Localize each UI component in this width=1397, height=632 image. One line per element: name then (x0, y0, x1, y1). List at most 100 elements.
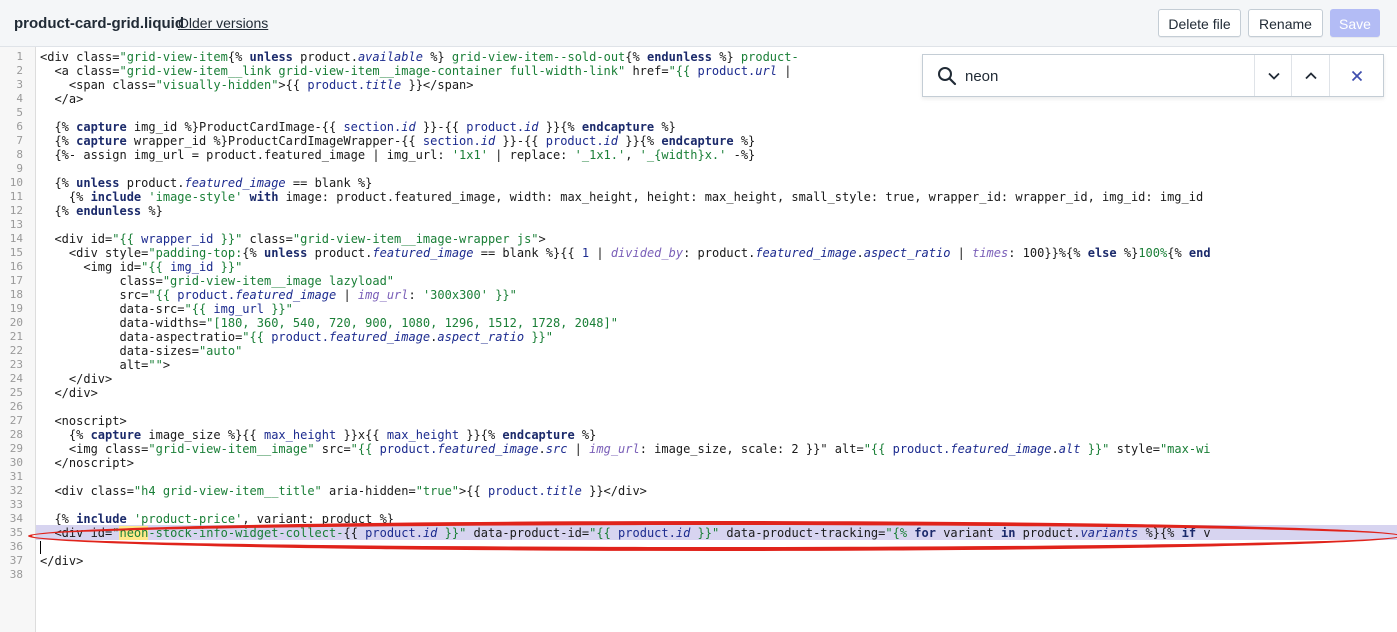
older-versions-link[interactable]: Older versions (178, 15, 268, 31)
delete-file-button[interactable]: Delete file (1158, 9, 1241, 37)
code-token: endcapture (502, 428, 575, 442)
line-number: 12 (9, 204, 23, 217)
line-number: 37 (9, 554, 23, 567)
code-token: else (1087, 246, 1117, 260)
code-token: : product. (683, 246, 756, 260)
line-number: 35 (9, 526, 23, 539)
previous-match-button[interactable] (1291, 55, 1330, 96)
code-token: max_height (386, 428, 460, 442)
code-token: style= (1109, 442, 1160, 456)
code-token: | (776, 64, 792, 78)
code-token: "visually-hidden" (155, 78, 279, 92)
code-token: id (401, 120, 416, 134)
code-token: product. (177, 288, 236, 302)
code-token: src= (40, 288, 149, 302)
close-search-button[interactable] (1329, 55, 1384, 96)
code-token: featured_image (184, 176, 286, 190)
line-number: 10 (9, 176, 23, 189)
code-line: </div> (40, 386, 98, 400)
line-number: 25 (9, 386, 23, 399)
code-token: </div> (40, 386, 98, 400)
search-icon (937, 66, 957, 86)
code-token: endcapture (661, 134, 734, 148)
code-token: img_url (589, 442, 640, 456)
code-line: {% endunless %} (40, 204, 163, 218)
code-token: }}" (1080, 442, 1110, 456)
code-token: </noscript> (40, 456, 134, 470)
code-token: img_id (170, 260, 214, 274)
code-editor[interactable]: 1 2 3 4 5 6 7 8 9 10 11 12 13 14 15 16 17 18 19 20 21 22 23 24 2… (0, 47, 1397, 632)
code-line: {% capture img_id %}ProductCardImage-{{ … (40, 120, 676, 134)
line-number: 20 (9, 316, 23, 329)
save-button[interactable]: Save (1330, 9, 1380, 37)
code-line: data-sizes="auto" (40, 344, 242, 358)
search-input[interactable] (963, 63, 1257, 90)
code-token: "{{ (184, 302, 214, 316)
line-number: 4 (16, 92, 23, 105)
code-token: "{{ (141, 260, 171, 274)
code-token: product. (545, 134, 604, 148)
code-token: img_url (213, 302, 264, 316)
code-token: %} (574, 428, 597, 442)
code-token: }}-{{ (495, 134, 546, 148)
code-token: "{{ (112, 232, 142, 246)
code-token: }}" (487, 288, 517, 302)
code-token: | (950, 246, 973, 260)
code-token: "max-wi (1159, 442, 1211, 456)
code-token: title (545, 484, 582, 498)
code-line: </a> (40, 92, 83, 106)
code-line: <div id="{{ wrapper_id }}" class="grid-v… (40, 232, 546, 246)
code-token: url (755, 64, 777, 78)
code-token: title (365, 78, 402, 92)
code-token: <div class= (40, 50, 120, 64)
line-number: 33 (9, 498, 23, 511)
code-line: <img class="grid-view-item__image" src="… (40, 442, 1211, 456)
code-token: image_size %}{{ (141, 428, 264, 442)
code-token: include (90, 190, 142, 204)
code-token: > (538, 232, 546, 246)
line-number: 32 (9, 484, 23, 497)
line-number: 28 (9, 428, 23, 441)
code-token: "{{ (242, 330, 272, 344)
code-line: <img id="{{ img_id }}" (40, 260, 242, 274)
code-token: <img id= (40, 260, 142, 274)
code-token: %} (654, 120, 676, 134)
code-token: <a class= (40, 64, 120, 78)
code-line: <noscript> (40, 414, 126, 428)
code-line: class="grid-view-item__image lazyload" (40, 274, 394, 288)
line-number: 21 (9, 330, 23, 343)
line-number: 36 (9, 540, 23, 553)
code-token: : 100}}%{% (1008, 246, 1088, 260)
line-number: 9 (16, 162, 23, 175)
code-token: > (162, 358, 171, 372)
code-token: section. (422, 134, 481, 148)
code-token: : (408, 288, 423, 302)
code-line: {% include 'image-style' with image: pro… (40, 190, 1203, 204)
code-token: {% (227, 50, 250, 64)
code-line: {%- assign img_url = product.featured_im… (40, 148, 755, 162)
code-token: </a> (40, 92, 84, 106)
code-token: with (249, 190, 279, 204)
code-token: product. (307, 246, 373, 260)
next-match-button[interactable] (1254, 55, 1293, 96)
code-token: == blank %} (285, 176, 373, 190)
code-token: class= (242, 232, 293, 246)
line-number: 2 (16, 64, 23, 77)
code-line: <div class="grid-view-item{% unless prod… (40, 50, 799, 64)
code-token: featured_image (755, 246, 857, 260)
rename-button[interactable]: Rename (1248, 9, 1323, 37)
code-token: '1x1' (451, 148, 488, 162)
code-token: {% (40, 134, 77, 148)
code-token: img_url (357, 288, 409, 302)
code-token: data-widths= (40, 316, 207, 330)
chevron-down-icon (1268, 72, 1280, 80)
code-token: data-sizes= (40, 344, 199, 358)
code-line: data-aspectratio="{{ product.featured_im… (40, 330, 553, 344)
line-number: 18 (9, 288, 23, 301)
code-token: }}{% (459, 428, 503, 442)
code-token: . (856, 246, 864, 260)
line-number: 19 (9, 302, 23, 315)
code-token: unless (263, 246, 308, 260)
code-token: %} (141, 204, 163, 218)
